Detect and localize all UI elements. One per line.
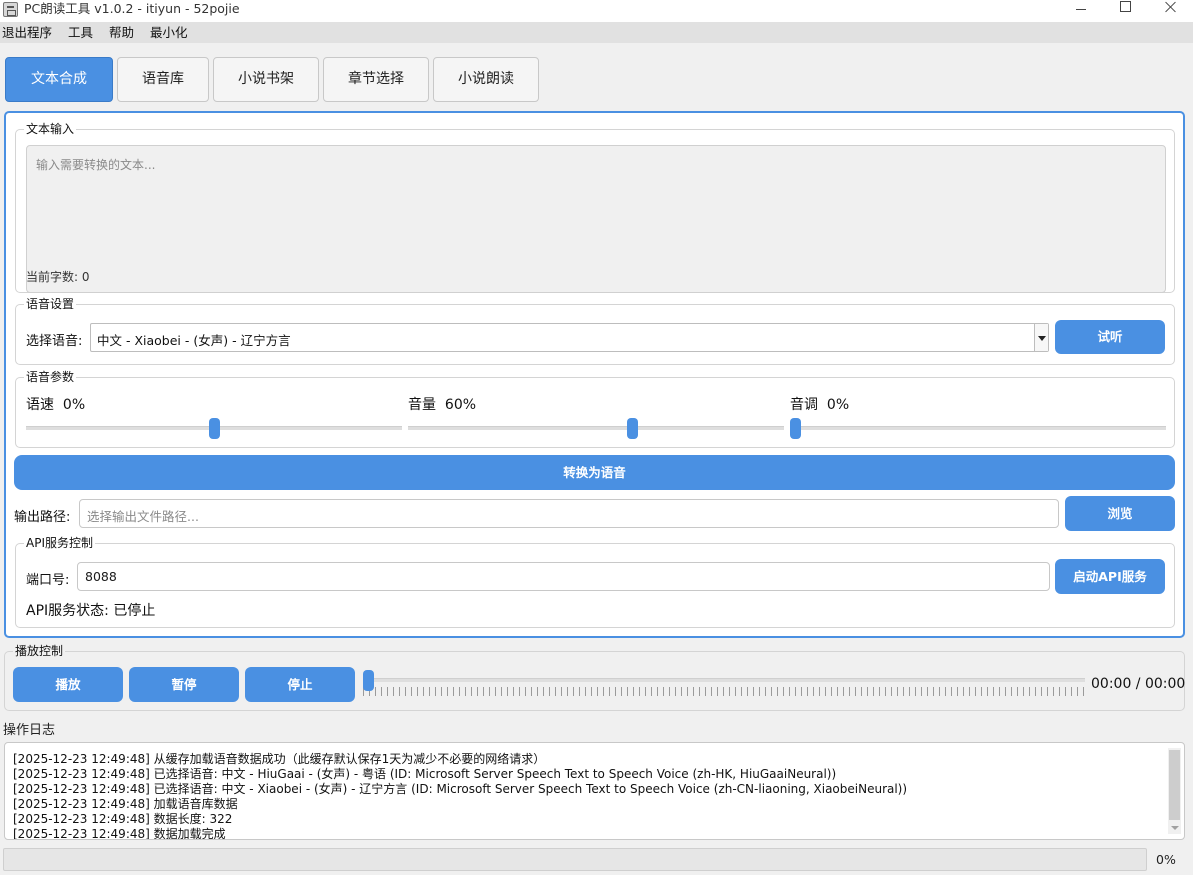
log-lines: [2025-12-23 12:49:48] 从缓存加载语音数据成功（此缓存默认保… [13,752,1163,840]
output-path-label: 输出路径: [14,510,71,525]
tab-novel-reading[interactable]: 小说朗读 [433,57,539,102]
log-scrollbar[interactable] [1168,748,1181,834]
menu-help[interactable]: 帮助 [107,22,136,43]
port-value: 8088 [85,569,117,584]
tab-novel-shelf[interactable]: 小说书架 [213,57,319,102]
playback-seek-track[interactable] [363,678,1085,682]
pitch-slider-track[interactable] [790,426,1166,430]
log-line: [2025-12-23 12:49:48] 已选择语音: 中文 - Xiaobe… [13,782,908,796]
playback-control-group: 播放控制 播放 暂停 停止 00:00 / 00:00 [4,644,1186,711]
menu-bar: 退出程序 工具 帮助 最小化 [0,22,1193,43]
pause-button[interactable]: 暂停 [129,667,239,702]
volume-label: 音量 60% [408,394,476,414]
voice-settings-group-title: 语音设置 [24,297,77,311]
progress-bar [3,848,1147,871]
playback-seek-handle[interactable] [363,670,374,691]
pitch-label-text: 音调 [790,397,818,413]
log-title: 操作日志 [3,723,56,738]
tab-chapter-select[interactable]: 章节选择 [323,57,429,102]
text-synthesis-panel: 文本输入 输入需要转换的文本... 当前字数: 0 语音设置 选择语音: 中文 … [4,111,1185,638]
voice-params-group: 语音参数 语速 0% 音量 60% 音调 0% [15,370,1175,448]
volume-slider-track[interactable] [408,426,784,430]
rate-label-text: 语速 [26,397,54,413]
app-icon [3,2,18,17]
voice-select-value: 中文 - Xiaobei - (女声) - 辽宁方言 [97,333,291,348]
log-line: [2025-12-23 12:49:48] 加载语音库数据 [13,797,238,811]
voice-select-label: 选择语音: [26,334,83,349]
api-control-group: API服务控制 端口号: 8088 启动API服务 API服务状态: 已停止 [15,536,1175,628]
rate-label: 语速 0% [26,394,85,414]
log-line: [2025-12-23 12:49:48] 从缓存加载语音数据成功（此缓存默认保… [13,752,546,766]
log-line: [2025-12-23 12:49:48] 数据长度: 322 [13,812,233,826]
port-input[interactable]: 8088 [77,562,1050,591]
close-icon[interactable] [1148,0,1193,22]
scroll-down-icon[interactable] [1171,826,1179,830]
text-input-group: 文本输入 输入需要转换的文本... 当前字数: 0 [15,122,1175,293]
rate-value: 0% [62,397,86,413]
browse-button[interactable]: 浏览 [1065,496,1175,531]
progress-label: 0% [1156,852,1176,867]
title-bar: PC朗读工具 v1.0.2 - itiyun - 52pojie [0,0,1193,22]
playback-group-title: 播放控制 [13,644,66,658]
volume-value: 60% [444,397,477,413]
volume-label-text: 音量 [408,397,436,413]
voice-settings-group: 语音设置 选择语音: 中文 - Xiaobei - (女声) - 辽宁方言 试听 [15,297,1175,365]
minimize-icon[interactable] [1058,0,1104,22]
api-status: API服务状态: 已停止 [26,603,156,619]
convert-to-speech-button[interactable]: 转换为语音 [14,455,1175,490]
pitch-label: 音调 0% [790,394,849,414]
log-panel[interactable]: [2025-12-23 12:49:48] 从缓存加载语音数据成功（此缓存默认保… [4,742,1185,840]
maximize-icon[interactable] [1103,0,1149,22]
output-path-input[interactable]: 选择输出文件路径... [79,499,1059,528]
text-input-group-title: 文本输入 [24,122,77,136]
window-title: PC朗读工具 v1.0.2 - itiyun - 52pojie [24,1,240,16]
api-group-title: API服务控制 [24,536,95,550]
start-api-button[interactable]: 启动API服务 [1055,559,1165,594]
log-line: [2025-12-23 12:49:48] 已选择语音: 中文 - HiuGaa… [13,767,837,781]
menu-exit[interactable]: 退出程序 [0,22,54,43]
play-button[interactable]: 播放 [13,667,123,702]
log-line: [2025-12-23 12:49:48] 数据加载完成 [13,827,226,840]
stop-button[interactable]: 停止 [245,667,355,702]
char-count: 当前字数: 0 [26,270,90,284]
pitch-slider-handle[interactable] [790,418,801,439]
chevron-down-icon[interactable] [1034,324,1048,351]
text-input-area[interactable]: 输入需要转换的文本... 当前字数: 0 [26,145,1166,293]
text-input-placeholder: 输入需要转换的文本... [36,158,156,172]
playback-seek-ticks [363,687,1085,696]
tab-voice-library[interactable]: 语音库 [117,57,209,102]
menu-tools[interactable]: 工具 [66,22,95,43]
rate-slider-handle[interactable] [208,418,220,439]
volume-slider-handle[interactable] [627,418,638,439]
log-scroll-thumb[interactable] [1169,750,1180,820]
playback-time: 00:00 / 00:00 [1091,676,1186,692]
port-label: 端口号: [26,573,70,588]
pitch-value: 0% [826,397,850,413]
menu-minimize[interactable]: 最小化 [148,22,190,43]
output-path-placeholder: 选择输出文件路径... [87,509,199,524]
voice-select[interactable]: 中文 - Xiaobei - (女声) - 辽宁方言 [90,323,1049,352]
preview-button[interactable]: 试听 [1055,320,1165,354]
tab-text-synthesis[interactable]: 文本合成 [5,57,113,102]
voice-params-group-title: 语音参数 [24,370,77,384]
